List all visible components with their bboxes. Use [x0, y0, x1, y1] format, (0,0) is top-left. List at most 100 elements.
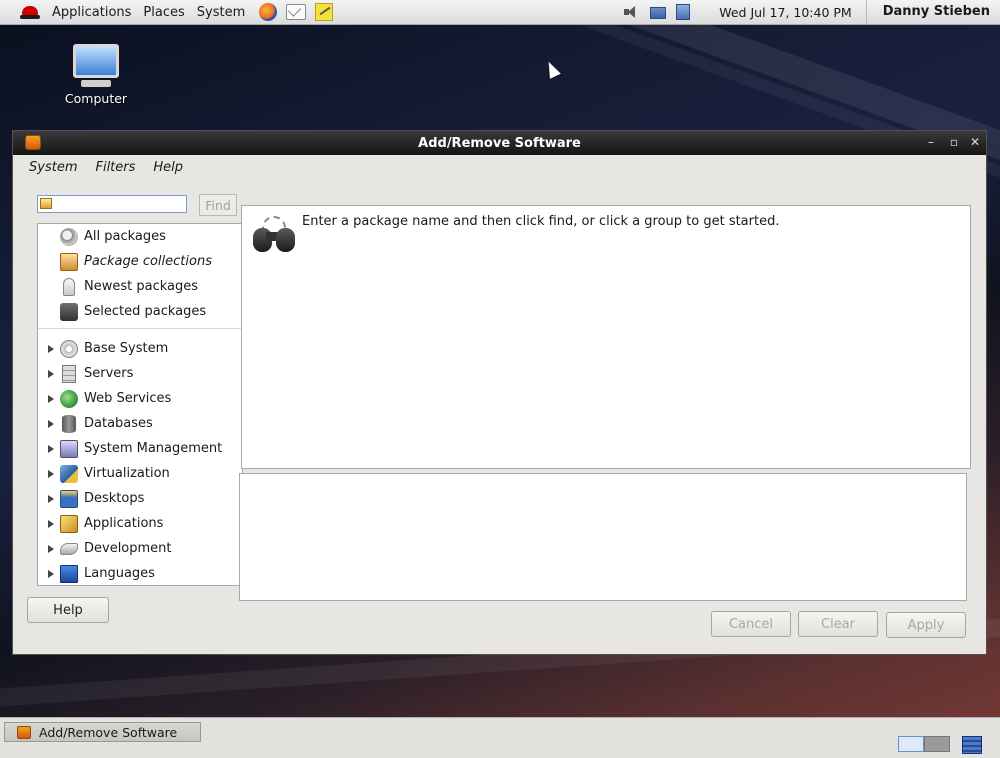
group-label: Virtualization	[84, 466, 170, 481]
group-languages[interactable]: Languages	[38, 561, 242, 585]
selected-packages-icon	[60, 302, 78, 321]
group-label: Development	[84, 541, 172, 556]
mail-icon	[286, 4, 307, 20]
group-development[interactable]: Development	[38, 536, 242, 561]
apply-button[interactable]: Apply	[886, 612, 966, 638]
computer-icon	[73, 44, 119, 78]
notes-icon	[315, 3, 334, 21]
group-label: Languages	[84, 566, 155, 581]
binoculars-icon	[252, 216, 296, 256]
maximize-icon[interactable]: ▫	[947, 135, 961, 149]
network-icon[interactable]	[650, 7, 667, 19]
expander-icon[interactable]	[48, 469, 54, 478]
group-label: Base System	[84, 341, 169, 356]
group-tree: All packages Package collections Newest …	[37, 223, 243, 586]
group-label: Web Services	[84, 391, 172, 406]
group-label: System Management	[84, 441, 223, 456]
applications-menu[interactable]: Applications	[46, 5, 137, 20]
close-icon[interactable]: ✕	[968, 135, 982, 149]
group-servers[interactable]: Servers	[38, 361, 242, 386]
expander-icon[interactable]	[48, 494, 54, 503]
volume-icon[interactable]	[622, 4, 640, 20]
languages-icon	[60, 564, 78, 583]
group-label: Databases	[84, 416, 153, 431]
window-menubar: System Filters Help	[13, 155, 986, 179]
group-newest-packages[interactable]: Newest packages	[38, 274, 242, 299]
expander-icon[interactable]	[48, 344, 54, 353]
expander-icon[interactable]	[48, 544, 54, 553]
find-button[interactable]: Find	[199, 194, 237, 216]
group-web-services[interactable]: Web Services	[38, 386, 242, 411]
expander-icon[interactable]	[48, 394, 54, 403]
workspace-2[interactable]	[924, 736, 950, 752]
clock[interactable]: Wed Jul 17, 10:40 PM	[719, 5, 851, 20]
window-title: Add/Remove Software	[418, 136, 581, 151]
system-management-icon	[60, 439, 78, 458]
desktop-icon-label: Computer	[64, 91, 128, 106]
computer-icon-base	[81, 80, 111, 87]
group-system-management[interactable]: System Management	[38, 436, 242, 461]
system-menu[interactable]: System	[191, 5, 251, 20]
group-label: All packages	[84, 229, 166, 244]
group-selected-packages[interactable]: Selected packages	[38, 299, 242, 324]
newest-packages-icon	[63, 277, 75, 296]
menu-system[interactable]: System	[23, 160, 83, 175]
desktops-icon	[60, 489, 78, 508]
menu-filters[interactable]: Filters	[89, 160, 141, 175]
cancel-button[interactable]: Cancel	[711, 611, 791, 637]
computer-desktop-icon[interactable]: Computer	[58, 44, 134, 106]
virtualization-icon	[60, 464, 78, 483]
package-info-pane: Enter a package name and then click find…	[241, 205, 971, 469]
window-titlebar[interactable]: Add/Remove Software – ▫ ✕	[13, 131, 986, 155]
group-databases[interactable]: Databases	[38, 411, 242, 436]
firefox-launcher[interactable]	[257, 2, 279, 22]
tree-separator	[38, 328, 242, 329]
group-label: Package collections	[84, 254, 212, 269]
expander-icon[interactable]	[48, 369, 54, 378]
minimize-icon[interactable]: –	[924, 135, 938, 149]
places-menu[interactable]: Places	[137, 5, 190, 20]
group-all-packages[interactable]: All packages	[38, 224, 242, 249]
search-input[interactable]	[37, 195, 187, 213]
package-details-pane	[239, 473, 967, 601]
group-desktops[interactable]: Desktops	[38, 486, 242, 511]
expander-icon[interactable]	[48, 444, 54, 453]
taskbar-item-add-remove-software[interactable]: Add/Remove Software	[4, 722, 201, 742]
menu-help[interactable]: Help	[147, 160, 189, 175]
taskbar-app-icon	[17, 725, 31, 739]
servers-icon	[62, 364, 76, 383]
group-label: Servers	[84, 366, 134, 381]
base-system-icon	[60, 339, 78, 358]
taskbar-item-label: Add/Remove Software	[39, 724, 178, 740]
development-icon	[60, 542, 78, 555]
notes-launcher[interactable]	[313, 2, 335, 22]
panel-tray: Wed Jul 17, 10:40 PM Danny Stieben	[617, 0, 1000, 24]
group-label: Desktops	[84, 491, 145, 506]
group-base-system[interactable]: Base System	[38, 336, 242, 361]
package-collections-icon	[60, 252, 78, 271]
firefox-icon	[259, 3, 278, 21]
workspace-1[interactable]	[898, 736, 924, 752]
all-packages-icon	[60, 227, 78, 246]
databases-icon	[62, 414, 76, 433]
trash-icon[interactable]	[962, 736, 982, 754]
user-menu[interactable]: Danny Stieben	[865, 0, 990, 24]
applications-icon	[60, 514, 78, 533]
mail-launcher[interactable]	[285, 2, 307, 22]
group-applications[interactable]: Applications	[38, 511, 242, 536]
add-remove-software-window: Add/Remove Software – ▫ ✕ System Filters…	[12, 130, 987, 655]
workspace-switcher	[898, 736, 952, 754]
help-button[interactable]: Help	[27, 597, 109, 623]
redhat-icon[interactable]	[20, 4, 40, 20]
group-virtualization[interactable]: Virtualization	[38, 461, 242, 486]
search-field-icon	[40, 198, 52, 209]
expander-icon[interactable]	[48, 419, 54, 428]
expander-icon[interactable]	[48, 569, 54, 578]
update-icon[interactable]	[676, 4, 691, 20]
clear-button[interactable]: Clear	[798, 611, 878, 637]
info-text: Enter a package name and then click find…	[302, 214, 780, 229]
top-panel: Applications Places System Wed Jul 17, 1…	[0, 0, 1000, 25]
bottom-panel: Add/Remove Software	[0, 717, 1000, 758]
expander-icon[interactable]	[48, 519, 54, 528]
group-package-collections[interactable]: Package collections	[38, 249, 242, 274]
